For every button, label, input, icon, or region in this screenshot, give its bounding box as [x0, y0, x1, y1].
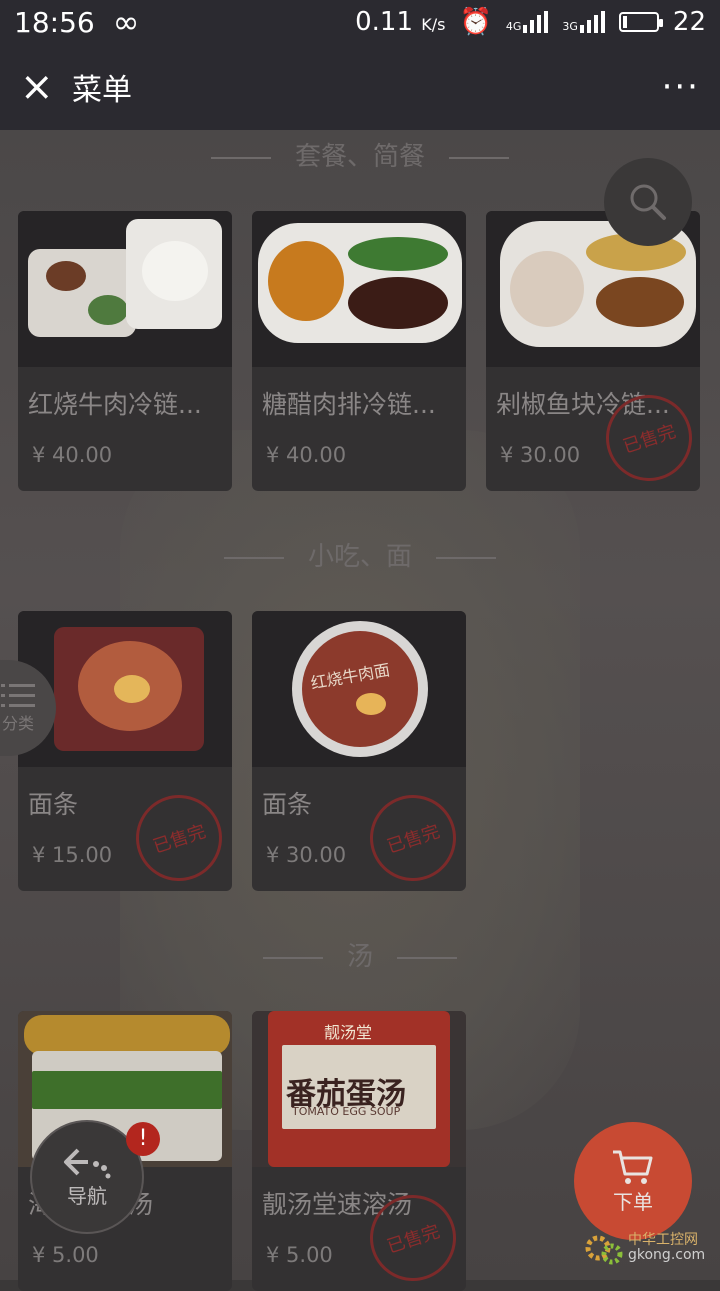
menu-item-card[interactable]: 红烧牛肉冷链... ¥ 40.00	[18, 211, 232, 491]
soup-subtitle-label: TOMATO EGG SOUP	[292, 1105, 401, 1118]
navigation-label: 导航	[67, 1183, 107, 1208]
watermark-site: 中华工控网	[628, 1231, 698, 1248]
back-arrow-icon	[64, 1148, 111, 1178]
cart-icon	[613, 1150, 653, 1184]
menu-item-card[interactable]: 糖醋肉排冷链... ¥ 40.00	[252, 211, 466, 491]
network-speed: 0.11 K/s	[355, 7, 446, 37]
gear-icon	[585, 1235, 623, 1265]
signal-3g-icon: 3G	[562, 11, 605, 33]
menu-item-image	[252, 211, 466, 367]
watermark-domain: gkong.com	[628, 1247, 706, 1263]
search-button[interactable]	[604, 158, 692, 246]
menu-item-name: 糖醋肉排冷链...	[262, 390, 436, 419]
section-title-soup: 汤	[0, 936, 720, 973]
menu-item-name: 红烧牛肉冷链...	[28, 390, 202, 419]
battery-icon	[618, 12, 663, 32]
watermark: 中华工控网 gkong.com	[584, 1222, 714, 1274]
order-label: 下单	[613, 1189, 653, 1214]
section-title-noodles: 小吃、面	[0, 536, 720, 573]
menu-item-price: ¥ 40.00	[32, 443, 113, 467]
list-icon	[1, 684, 35, 707]
menu-item-image: 红烧牛肉面	[252, 611, 466, 767]
category-label: 分类	[1, 714, 34, 733]
status-bar: 18:56 ∞ 0.11 K/s ⏰ 4G 3G 22	[0, 0, 720, 44]
page-title: 菜单	[72, 73, 132, 108]
menu-item-card[interactable]: 红烧牛肉面 面条 ¥ 30.00 已售完	[252, 611, 466, 891]
infinity-icon: ∞	[112, 3, 140, 41]
menu-item-card[interactable]: 面条 ¥ 15.00 已售完	[18, 611, 232, 891]
menu-item-price: ¥ 40.00	[266, 443, 347, 467]
menu-content: 套餐、简餐 红烧牛肉冷链... ¥ 40.00 糖醋肉排冷链... ¥ 40.0…	[0, 130, 720, 1291]
status-time: 18:56	[14, 5, 95, 39]
menu-item-price: ¥ 5.00	[32, 1243, 99, 1267]
more-options-button[interactable]: ···	[662, 67, 700, 107]
soup-brand-label: 靓汤堂	[324, 1023, 373, 1042]
menu-item-image: 靓汤堂 番茄蛋汤 TOMATO EGG SOUP	[252, 1011, 466, 1167]
section-title-set-meals: 套餐、简餐	[0, 136, 720, 173]
menu-item-card[interactable]: 剁椒鱼块冷链... ¥ 30.00 已售完	[486, 211, 700, 491]
alarm-icon: ⏰	[459, 7, 492, 37]
menu-item-image	[18, 211, 232, 367]
menu-item-card[interactable]: 靓汤堂 番茄蛋汤 TOMATO EGG SOUP 靓汤堂速溶汤 ¥ 5.00 已…	[252, 1011, 466, 1291]
signal-4g-icon: 4G	[506, 11, 549, 33]
battery-level: 22	[672, 7, 706, 37]
notification-badge: !	[126, 1122, 160, 1156]
title-bar: × 菜单 ···	[0, 44, 720, 130]
close-button[interactable]: ×	[20, 67, 60, 107]
search-icon	[630, 184, 666, 220]
